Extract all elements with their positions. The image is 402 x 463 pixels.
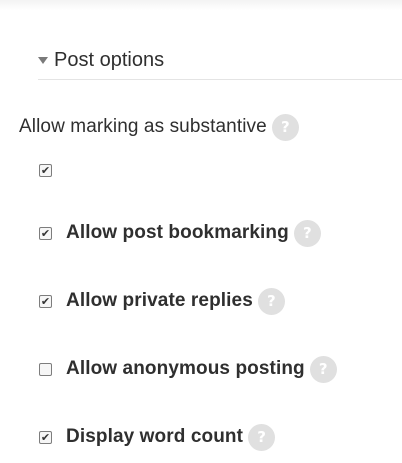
- option-row-anonymous[interactable]: ✔ Allow anonymous posting ?: [39, 351, 337, 387]
- bookmarking-label: Allow post bookmarking: [66, 222, 289, 243]
- word-count-checkbox[interactable]: ✔: [39, 430, 52, 444]
- option-row-word-count[interactable]: ✔ Display word count ?: [39, 419, 276, 455]
- substantive-label: Allow marking as substantive: [19, 116, 267, 137]
- question-circle-icon[interactable]: ?: [309, 355, 337, 383]
- private-replies-checkbox[interactable]: ✔: [39, 294, 52, 308]
- substantive-checkbox[interactable]: ✔: [39, 164, 52, 177]
- anonymous-label: Allow anonymous posting: [66, 358, 305, 379]
- caret-down-icon[interactable]: [38, 57, 48, 64]
- question-circle-icon[interactable]: ?: [248, 423, 276, 451]
- post-options-section-toggle[interactable]: Post options: [38, 44, 402, 80]
- substantive-label-row: Allow marking as substantive ?: [19, 113, 299, 141]
- question-circle-icon[interactable]: ?: [293, 219, 321, 247]
- word-count-label: Display word count: [66, 426, 244, 447]
- private-replies-label: Allow private replies: [66, 290, 253, 311]
- section-title: Post options: [54, 49, 165, 71]
- top-divider-shadow: [0, 0, 402, 10]
- option-row-bookmarking[interactable]: ✔ Allow post bookmarking ?: [39, 215, 321, 251]
- post-options-panel: Post options Allow marking as substantiv…: [0, 0, 402, 463]
- option-row-private-replies[interactable]: ✔ Allow private replies ?: [39, 283, 285, 319]
- anonymous-checkbox[interactable]: ✔: [39, 362, 52, 376]
- question-circle-icon[interactable]: ?: [271, 113, 299, 141]
- question-circle-icon[interactable]: ?: [257, 287, 285, 315]
- bookmarking-checkbox[interactable]: ✔: [39, 226, 52, 240]
